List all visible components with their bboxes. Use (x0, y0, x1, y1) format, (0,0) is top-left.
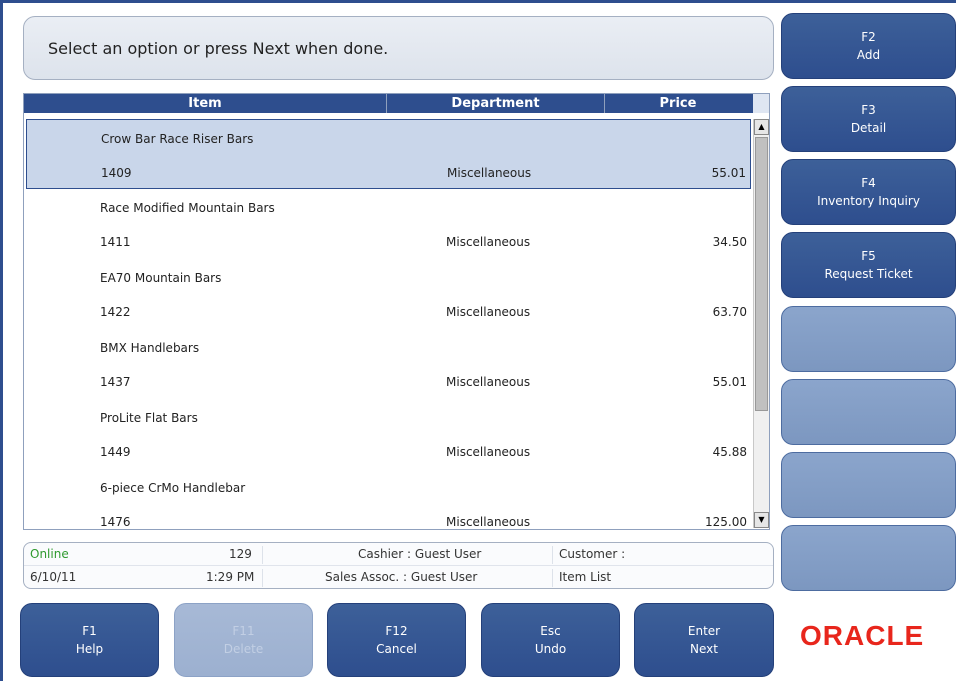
button-key: F5 (861, 249, 876, 263)
item-name: ProLite Flat Bars (100, 411, 198, 425)
button-key: Enter (687, 624, 721, 638)
status-divider (552, 546, 553, 564)
undo-button[interactable]: Esc Undo (481, 603, 620, 677)
button-label: Detail (850, 121, 887, 135)
request-ticket-button[interactable]: F5 Request Ticket (781, 232, 956, 298)
oracle-logo: ORACLE (800, 620, 925, 651)
table-row[interactable]: ProLite Flat Bars 1449 Miscellaneous 45.… (26, 399, 751, 469)
item-number: 1422 (100, 305, 131, 319)
top-border (0, 0, 956, 3)
item-price: 125.00 (705, 515, 747, 529)
item-department: Miscellaneous (446, 375, 531, 389)
item-number: 1437 (100, 375, 131, 389)
prompt-message: Select an option or press Next when done… (23, 16, 774, 80)
customer-info: Customer : (559, 547, 626, 561)
column-header-item[interactable]: Item (24, 94, 387, 113)
status-row: Online 129 Cashier : Guest User Customer… (24, 544, 773, 566)
empty-function-button[interactable] (781, 306, 956, 372)
column-header-department[interactable]: Department (387, 94, 605, 113)
scroll-up-arrow-icon[interactable]: ▲ (754, 119, 769, 135)
item-department: Miscellaneous (446, 235, 531, 249)
status-divider (262, 569, 263, 587)
table-row[interactable]: Crow Bar Race Riser Bars 1409 Miscellane… (26, 119, 751, 189)
button-key: F2 (861, 30, 876, 44)
item-number: 1476 (100, 515, 131, 529)
button-label: Undo (534, 642, 567, 656)
scroll-thumb[interactable] (755, 137, 768, 411)
header-filler (753, 94, 769, 113)
button-label: Inventory Inquiry (817, 194, 920, 208)
item-department: Miscellaneous (446, 515, 531, 529)
table-row[interactable]: BMX Handlebars 1437 Miscellaneous 55.01 (26, 329, 751, 399)
empty-function-button[interactable] (781, 525, 956, 591)
left-border (0, 0, 3, 681)
empty-function-button[interactable] (781, 452, 956, 518)
item-number: 1409 (101, 166, 132, 180)
table-row[interactable]: Race Modified Mountain Bars 1411 Miscell… (26, 189, 751, 259)
item-department: Miscellaneous (446, 445, 531, 459)
table-body: Crow Bar Race Riser Bars 1409 Miscellane… (26, 119, 751, 529)
button-label: Request Ticket (824, 267, 913, 281)
button-label: Next (690, 642, 718, 656)
button-key: F1 (82, 624, 97, 638)
prompt-text: Select an option or press Next when done… (48, 38, 389, 58)
status-date: 6/10/11 (30, 570, 77, 584)
register-number: 129 (229, 547, 252, 561)
item-name: Crow Bar Race Riser Bars (101, 132, 254, 146)
item-department: Miscellaneous (447, 166, 532, 180)
column-header-price[interactable]: Price (605, 94, 751, 113)
help-button[interactable]: F1 Help (20, 603, 159, 677)
cancel-button[interactable]: F12 Cancel (327, 603, 466, 677)
status-divider (552, 569, 553, 587)
item-price: 45.88 (712, 445, 747, 459)
button-label: Add (856, 48, 881, 62)
item-table: Item Department Price Crow Bar Race Rise… (23, 93, 770, 530)
scroll-down-arrow-icon[interactable]: ▼ (754, 512, 769, 528)
table-row[interactable]: EA70 Mountain Bars 1422 Miscellaneous 63… (26, 259, 751, 329)
connection-status: Online (30, 547, 69, 561)
item-price: 63.70 (712, 305, 747, 319)
item-department: Miscellaneous (446, 305, 531, 319)
status-divider (262, 546, 263, 564)
table-scrollbar[interactable]: ▲ ▼ (753, 119, 769, 528)
button-key: F11 (232, 624, 255, 638)
item-name: BMX Handlebars (100, 341, 200, 355)
item-name: Race Modified Mountain Bars (100, 201, 275, 215)
status-bar: Online 129 Cashier : Guest User Customer… (23, 542, 774, 589)
detail-button[interactable]: F3 Detail (781, 86, 956, 152)
status-row: 6/10/11 1:29 PM Sales Assoc. : Guest Use… (24, 567, 773, 589)
sales-assoc-info: Sales Assoc. : Guest User (325, 570, 478, 584)
next-button[interactable]: Enter Next (634, 603, 774, 677)
item-price: 55.01 (712, 375, 747, 389)
button-key: F12 (385, 624, 408, 638)
item-name: EA70 Mountain Bars (100, 271, 222, 285)
item-price: 55.01 (711, 166, 746, 180)
button-label: Cancel (376, 642, 417, 656)
screen-name: Item List (559, 570, 612, 584)
button-label: Help (75, 642, 104, 656)
cashier-info: Cashier : Guest User (358, 547, 482, 561)
button-key: F3 (861, 103, 876, 117)
item-name: 6-piece CrMo Handlebar (100, 481, 246, 495)
empty-function-button[interactable] (781, 379, 956, 445)
button-label: Delete (223, 642, 264, 656)
item-number: 1411 (100, 235, 131, 249)
button-key: F4 (861, 176, 876, 190)
table-header: Item Department Price (24, 94, 753, 113)
status-time: 1:29 PM (206, 570, 255, 584)
delete-button[interactable]: F11 Delete (174, 603, 313, 677)
inventory-inquiry-button[interactable]: F4 Inventory Inquiry (781, 159, 956, 225)
add-button[interactable]: F2 Add (781, 13, 956, 79)
table-row[interactable]: 6-piece CrMo Handlebar 1476 Miscellaneou… (26, 469, 751, 529)
item-price: 34.50 (712, 235, 747, 249)
button-key: Esc (540, 624, 561, 638)
item-number: 1449 (100, 445, 131, 459)
